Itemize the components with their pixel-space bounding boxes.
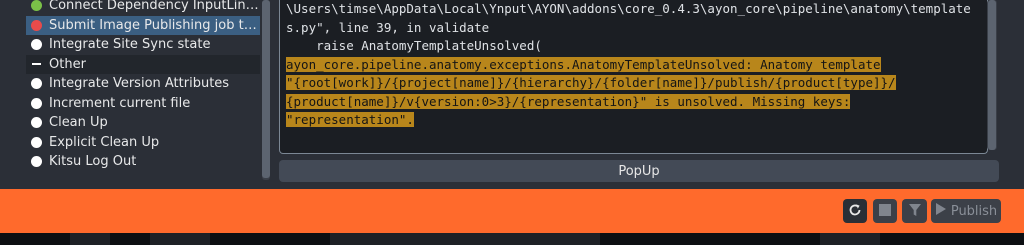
popup-button[interactable]: PopUp bbox=[279, 160, 999, 182]
plugin-item[interactable]: Submit Image Publishing job to D... bbox=[26, 15, 260, 35]
log-line: "representation". bbox=[286, 111, 982, 130]
log-scrollbar[interactable] bbox=[987, 0, 997, 150]
status-dot-icon bbox=[31, 19, 42, 31]
plugin-label: Connect Dependency InputLinks ... bbox=[49, 0, 260, 13]
plugin-label: Clean Up bbox=[49, 115, 108, 130]
log-line-text: s.py", line 39, in validate bbox=[286, 19, 490, 35]
log-line: s.py", line 39, in validate bbox=[286, 19, 982, 38]
refresh-icon bbox=[848, 202, 862, 221]
log-view[interactable]: \Users\timse\AppData\Local\Ynput\AYON\ad… bbox=[279, 0, 988, 154]
log-line-text: "representation". bbox=[286, 112, 414, 127]
popup-button-label: PopUp bbox=[618, 163, 660, 179]
log-scroll-thumb[interactable] bbox=[988, 0, 996, 150]
plugin-label: Kitsu Log Out bbox=[49, 154, 137, 169]
stop-icon bbox=[878, 202, 892, 221]
bottom-strip bbox=[0, 233, 1024, 245]
log-line-text: ayon_core.pipeline.anatomy.exceptions.An… bbox=[286, 56, 881, 72]
log-line-text: {product[name]}/v{version:0>3}/{represen… bbox=[286, 93, 851, 109]
dash-icon bbox=[32, 63, 41, 65]
status-dot-icon bbox=[31, 97, 42, 109]
log-line: \Users\timse\AppData\Local\Ynput\AYON\ad… bbox=[286, 0, 982, 19]
plugin-item[interactable]: Explicit Clean Up bbox=[26, 133, 260, 152]
plugin-label: Increment current file bbox=[49, 95, 191, 111]
log-line: raise AnatomyTemplateUnsolved( bbox=[286, 37, 982, 56]
log-line: ayon_core.pipeline.anatomy.exceptions.An… bbox=[286, 56, 982, 75]
validate-button[interactable] bbox=[902, 199, 927, 223]
plugin-item[interactable]: Increment current file bbox=[26, 94, 260, 113]
plugin-label: Integrate Site Sync state bbox=[49, 37, 211, 52]
status-dot-icon bbox=[31, 78, 42, 89]
status-dot-icon bbox=[31, 39, 42, 50]
publish-button[interactable]: Publish bbox=[931, 199, 1001, 223]
status-dot-icon bbox=[31, 117, 42, 128]
log-line: "{root[work]}/{project[name]}/{hierarchy… bbox=[286, 74, 982, 93]
footer-bar bbox=[0, 189, 1024, 233]
plugin-label: Submit Image Publishing job to D... bbox=[49, 17, 260, 33]
plugin-item[interactable]: Integrate Version Attributes bbox=[26, 74, 260, 93]
plugin-label: Integrate Version Attributes bbox=[49, 76, 230, 91]
plugin-list-scroll-thumb[interactable] bbox=[262, 0, 270, 178]
plugin-item[interactable]: Connect Dependency InputLinks ... bbox=[26, 0, 260, 15]
log-text: \Users\timse\AppData\Local\Ynput\AYON\ad… bbox=[286, 0, 982, 130]
plugin-item[interactable]: Kitsu Log Out bbox=[26, 152, 260, 171]
play-icon bbox=[935, 202, 947, 220]
status-dot-icon bbox=[31, 136, 42, 148]
log-line-text: \Users\timse\AppData\Local\Ynput\AYON\ad… bbox=[286, 1, 971, 16]
status-dot-icon bbox=[31, 0, 42, 11]
log-line: {product[name]}/v{version:0>3}/{represen… bbox=[286, 93, 982, 112]
plugin-item[interactable]: Clean Up bbox=[26, 113, 260, 132]
log-line-text: raise AnatomyTemplateUnsolved( bbox=[286, 38, 542, 53]
reset-button[interactable] bbox=[843, 199, 867, 223]
stop-button[interactable] bbox=[873, 199, 897, 223]
plugin-label: Other bbox=[49, 56, 86, 72]
filter-icon bbox=[908, 202, 922, 221]
publish-button-label: Publish bbox=[950, 203, 998, 219]
plugin-item[interactable]: Other bbox=[26, 54, 260, 74]
plugin-item[interactable]: Integrate Site Sync state bbox=[26, 35, 260, 54]
plugin-panel: Connect Dependency InputLinks ... Submit … bbox=[0, 0, 270, 186]
log-line-text: "{root[work]}/{project[name]}/{hierarchy… bbox=[286, 75, 896, 90]
status-dot-icon bbox=[31, 156, 42, 167]
plugin-list-scrollbar[interactable] bbox=[262, 0, 270, 180]
plugin-label: Explicit Clean Up bbox=[49, 134, 160, 150]
